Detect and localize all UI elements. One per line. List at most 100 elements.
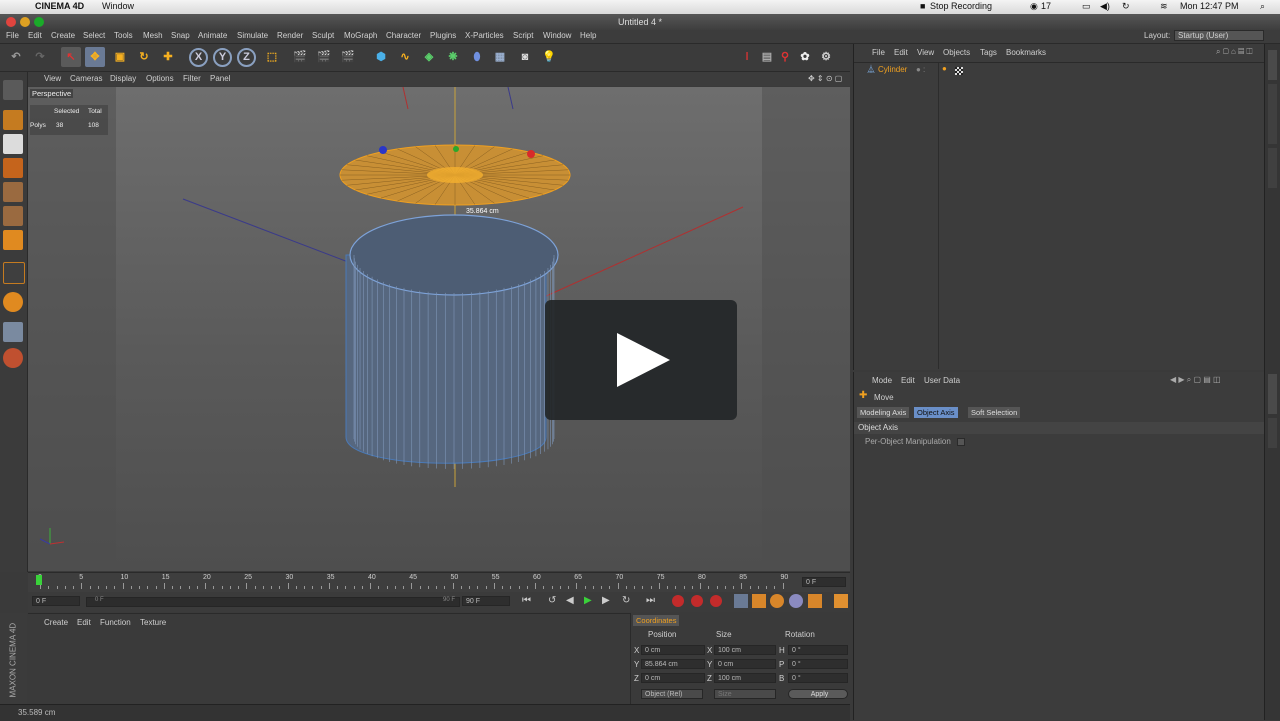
nurbs-icon[interactable]: ◈	[419, 47, 439, 67]
obj-menu-objects[interactable]: Objects	[943, 48, 970, 57]
current-frame-field[interactable]: 0 F	[802, 577, 846, 587]
rotation-h-field[interactable]: 0 °	[788, 645, 848, 655]
script-icon[interactable]: ⚙	[816, 47, 836, 67]
window-menu[interactable]: Window	[102, 1, 134, 11]
stop-recording-icon[interactable]: ■	[920, 1, 925, 11]
menu-help[interactable]: Help	[580, 31, 596, 40]
rotation-b-field[interactable]: 0 °	[788, 673, 848, 683]
menu-window[interactable]: Window	[543, 31, 571, 40]
menu-sculpt[interactable]: Sculpt	[312, 31, 334, 40]
live-selection-icon[interactable]: ↖	[61, 47, 81, 67]
coordinate-system-icon[interactable]: ⬚	[262, 47, 282, 67]
size-y-field[interactable]: 0 cm	[714, 659, 776, 669]
model-mode-icon[interactable]	[3, 110, 23, 130]
menu-character[interactable]: Character	[386, 31, 421, 40]
rotate-tool-icon[interactable]: ↻	[134, 47, 154, 67]
object-visibility-dots[interactable]: ● :	[916, 65, 925, 74]
menu-edit[interactable]: Edit	[28, 31, 42, 40]
menu-animate[interactable]: Animate	[198, 31, 227, 40]
close-window-button[interactable]	[6, 17, 16, 27]
loop-icon[interactable]: ↺	[548, 595, 556, 606]
lock-icon[interactable]	[3, 348, 23, 368]
cube-object-icon[interactable]: ⬢	[371, 47, 391, 67]
workplane-mode-icon[interactable]	[3, 158, 23, 178]
attr-menu-user-data[interactable]: User Data	[924, 376, 960, 385]
attr-menu-mode[interactable]: Mode	[872, 376, 892, 385]
tab-modeling-axis[interactable]: Modeling Axis	[857, 407, 910, 418]
z-axis-lock[interactable]: Z	[237, 48, 256, 67]
start-frame-field[interactable]: 0 F	[32, 596, 80, 606]
side-tab-content-browser[interactable]	[1268, 84, 1277, 144]
settings-icon[interactable]: ✿	[795, 47, 815, 67]
menu-plugins[interactable]: Plugins	[430, 31, 456, 40]
render-view-icon[interactable]: 🎬	[290, 47, 310, 67]
axis-mode-icon[interactable]	[3, 262, 25, 284]
vp-menu-cameras[interactable]: Cameras	[70, 74, 102, 83]
per-object-manipulation-checkbox[interactable]	[957, 438, 965, 446]
rotation-p-field[interactable]: 0 °	[788, 659, 848, 669]
key-rotation-icon[interactable]	[770, 594, 784, 608]
obj-menu-edit[interactable]: Edit	[894, 48, 908, 57]
mat-menu-create[interactable]: Create	[44, 618, 68, 627]
menu-render[interactable]: Render	[277, 31, 303, 40]
autokey-icon[interactable]	[691, 595, 703, 607]
spline-pen-icon[interactable]: ∿	[395, 47, 415, 67]
key-position-icon[interactable]	[734, 594, 748, 608]
timeline-ruler[interactable]: 051015202530354045505560657075808590 0 F	[28, 572, 850, 593]
key-pla-icon[interactable]	[808, 594, 822, 608]
obj-menu-bookmarks[interactable]: Bookmarks	[1006, 48, 1046, 57]
x-axis-lock[interactable]: X	[189, 48, 208, 67]
scale-tool-icon[interactable]: ▣	[110, 47, 130, 67]
vp-menu-filter[interactable]: Filter	[183, 74, 201, 83]
clock[interactable]: Mon 12:47 PM	[1180, 1, 1239, 11]
zoom-window-button[interactable]	[34, 17, 44, 27]
play-forward-icon[interactable]: ▶	[584, 595, 592, 606]
display-icon[interactable]: ▭	[1082, 1, 1091, 12]
tab-soft-selection[interactable]: Soft Selection	[968, 407, 1021, 418]
obj-panel-icons[interactable]: ⌕ ▢ ⌂ ▤ ◫	[1216, 47, 1252, 57]
obj-menu-tags[interactable]: Tags	[980, 48, 997, 57]
key-param-icon[interactable]	[789, 594, 803, 608]
deformer-icon[interactable]: ⬮	[467, 47, 487, 67]
app-menu[interactable]: CINEMA 4D	[35, 1, 84, 11]
vp-menu-panel[interactable]: Panel	[210, 74, 230, 83]
video-play-button[interactable]	[545, 300, 737, 420]
workplane-icon[interactable]	[3, 322, 23, 342]
mat-menu-edit[interactable]: Edit	[77, 618, 91, 627]
object-name-cylinder[interactable]: Cylinder	[878, 65, 907, 74]
last-tool-icon[interactable]: ✚	[158, 47, 178, 67]
coord-mode-select[interactable]: Object (Rel)	[641, 689, 703, 699]
menu-mograph[interactable]: MoGraph	[344, 31, 377, 40]
spotlight-icon[interactable]: ⌕	[1260, 1, 1265, 12]
keyframe-selection-icon[interactable]	[710, 595, 722, 607]
key-scale-icon[interactable]	[752, 594, 766, 608]
floor-icon[interactable]: ▦	[490, 47, 510, 67]
menu-script[interactable]: Script	[513, 31, 533, 40]
paint-icon[interactable]: ⚲	[775, 47, 795, 67]
timeline-window-icon[interactable]	[834, 594, 848, 608]
position-y-field[interactable]: 85.864 cm	[641, 659, 705, 669]
step-forward-icon[interactable]: ▶	[602, 595, 610, 606]
step-back-icon[interactable]: ◀	[566, 595, 574, 606]
position-z-field[interactable]: 0 cm	[641, 673, 705, 683]
menu-tools[interactable]: Tools	[114, 31, 133, 40]
render-picture-viewer-icon[interactable]: 🎬	[314, 47, 334, 67]
wifi-icon[interactable]: ≋	[1160, 1, 1168, 12]
menu-file[interactable]: File	[6, 31, 19, 40]
time-machine-icon[interactable]: ↻	[1122, 1, 1130, 12]
move-tool-icon[interactable]: ✥	[85, 47, 105, 67]
side-tab-structure[interactable]	[1268, 148, 1277, 188]
record-icon[interactable]	[672, 595, 684, 607]
menu-x-particles[interactable]: X-Particles	[465, 31, 504, 40]
side-tab-attributes[interactable]	[1268, 374, 1277, 414]
layer-icon[interactable]: ▤	[757, 47, 777, 67]
loop-icon-2[interactable]: ↻	[622, 595, 630, 606]
snap-icon[interactable]	[3, 292, 23, 312]
menu-mesh[interactable]: Mesh	[143, 31, 163, 40]
layout-select[interactable]: Startup (User)	[1174, 30, 1264, 41]
stop-recording-button[interactable]: Stop Recording	[930, 1, 992, 11]
mat-menu-function[interactable]: Function	[100, 618, 131, 627]
attr-nav-icons[interactable]: ◀ ▶ ⌕ ▢ ▤ ◫	[1170, 375, 1221, 385]
apply-button[interactable]: Apply	[788, 689, 848, 699]
goto-start-icon[interactable]: ⏮	[522, 595, 531, 606]
